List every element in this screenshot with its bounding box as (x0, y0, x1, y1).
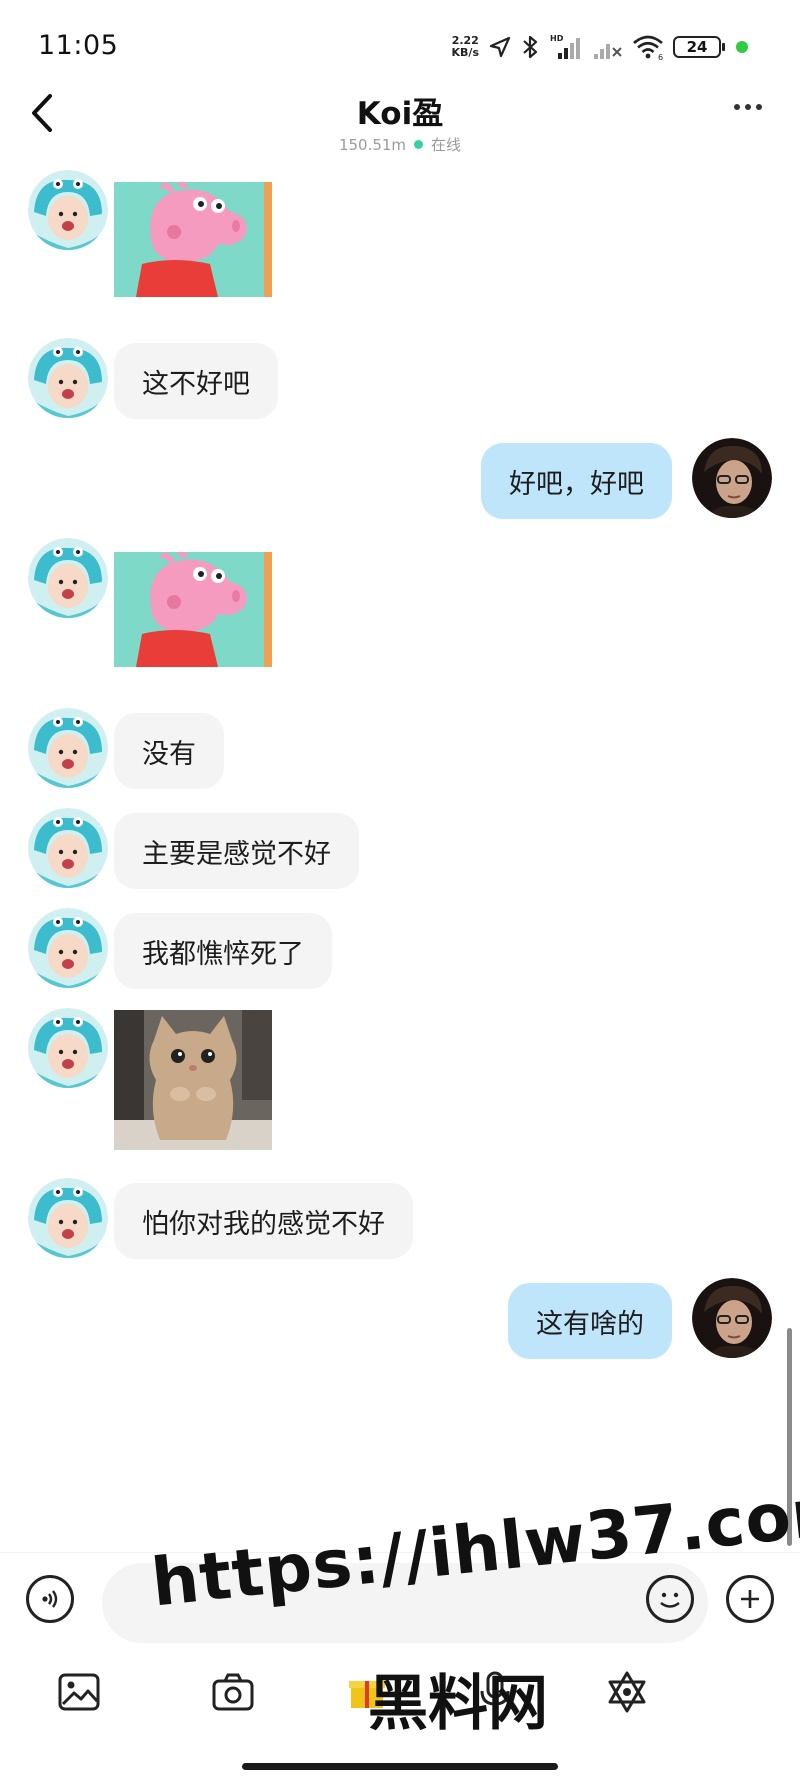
status-bar: 11:05 2.22 KB/s HD 6 24 (0, 0, 800, 90)
contact-subtitle: 150.51m 在线 (0, 134, 800, 155)
plus-icon (741, 1590, 759, 1608)
home-indicator[interactable] (242, 1763, 558, 1770)
gift-icon (349, 1681, 385, 1708)
chat-scrollbar[interactable] (787, 1328, 792, 1546)
message-bubble-incoming[interactable]: 主要是感觉不好 (114, 813, 359, 889)
message-bubble-incoming[interactable]: 这不好吧 (114, 343, 278, 419)
camera-icon (212, 1673, 254, 1711)
privacy-indicator-dot (736, 41, 748, 53)
message-bubble-incoming[interactable]: 没有 (114, 713, 224, 789)
online-status: 在线 (431, 136, 462, 154)
message-bubble-incoming[interactable]: 我都憔悴死了 (114, 913, 332, 989)
contact-distance: 150.51m (338, 135, 407, 154)
online-dot (414, 140, 424, 149)
my-avatar[interactable] (692, 438, 772, 518)
my-avatar[interactable] (692, 1278, 772, 1358)
net-speed: 2.22 KB/s (452, 35, 479, 59)
message-bubble-outgoing[interactable]: 这有啥的 (508, 1283, 672, 1359)
contact-avatar[interactable] (28, 338, 108, 418)
battery-icon: 24 (673, 36, 725, 58)
input-area (0, 1552, 800, 1781)
contact-avatar[interactable] (28, 1178, 108, 1258)
contact-name[interactable]: Koi盈 (0, 88, 800, 133)
status-icons: 2.22 KB/s HD 6 24 (452, 30, 748, 64)
contact-avatar[interactable] (28, 708, 108, 788)
gift-button[interactable] (340, 1665, 394, 1719)
wifi-icon: 6 (632, 34, 664, 60)
star-of-david-icon (608, 1671, 646, 1713)
message-bubble-outgoing[interactable]: 好吧，好吧 (481, 443, 672, 519)
peppa-pig-sticker[interactable] (114, 552, 272, 667)
no-signal-icon (593, 34, 623, 60)
chat-header: Koi盈 150.51m 在线 (0, 88, 800, 168)
emoji-icon (660, 1592, 680, 1608)
plus-button[interactable] (726, 1575, 774, 1623)
peppa-pig-sticker[interactable] (114, 182, 272, 297)
input-toolbar (0, 1665, 800, 1735)
more-button[interactable] (734, 104, 762, 110)
location-arrow-icon (488, 35, 512, 59)
voice-button[interactable] (26, 1575, 74, 1623)
contact-avatar[interactable] (28, 170, 108, 250)
message-bubble-incoming[interactable]: 怕你对我的感觉不好 (114, 1183, 413, 1259)
emoji-button[interactable] (646, 1575, 694, 1623)
signal-icon: HD (550, 33, 584, 61)
hd-label: HD (550, 34, 564, 43)
status-time: 11:05 (38, 30, 119, 61)
image-button[interactable] (52, 1665, 106, 1719)
more-dots-icon (734, 104, 740, 110)
net-speed-unit: KB/s (451, 46, 479, 59)
contact-avatar[interactable] (28, 538, 108, 618)
contact-avatar[interactable] (28, 908, 108, 988)
svg-text:6: 6 (658, 53, 663, 60)
contact-avatar[interactable] (28, 1008, 108, 1088)
message-input[interactable] (102, 1563, 708, 1643)
voice-icon (42, 1590, 58, 1608)
image-icon (58, 1673, 100, 1711)
star-button[interactable] (600, 1665, 654, 1719)
battery-level: 24 (686, 38, 708, 56)
mic-button[interactable] (468, 1665, 522, 1719)
contact-avatar[interactable] (28, 808, 108, 888)
mic-icon (480, 1671, 510, 1711)
bluetooth-icon (521, 34, 541, 60)
camera-button[interactable] (206, 1665, 260, 1719)
kitten-sticker[interactable] (114, 1010, 272, 1150)
chat-messages[interactable]: 这不好吧 好吧，好吧 没有 主要是感觉不好 我都憔悴死了 怕你对我的感觉不好 这… (0, 170, 800, 1530)
